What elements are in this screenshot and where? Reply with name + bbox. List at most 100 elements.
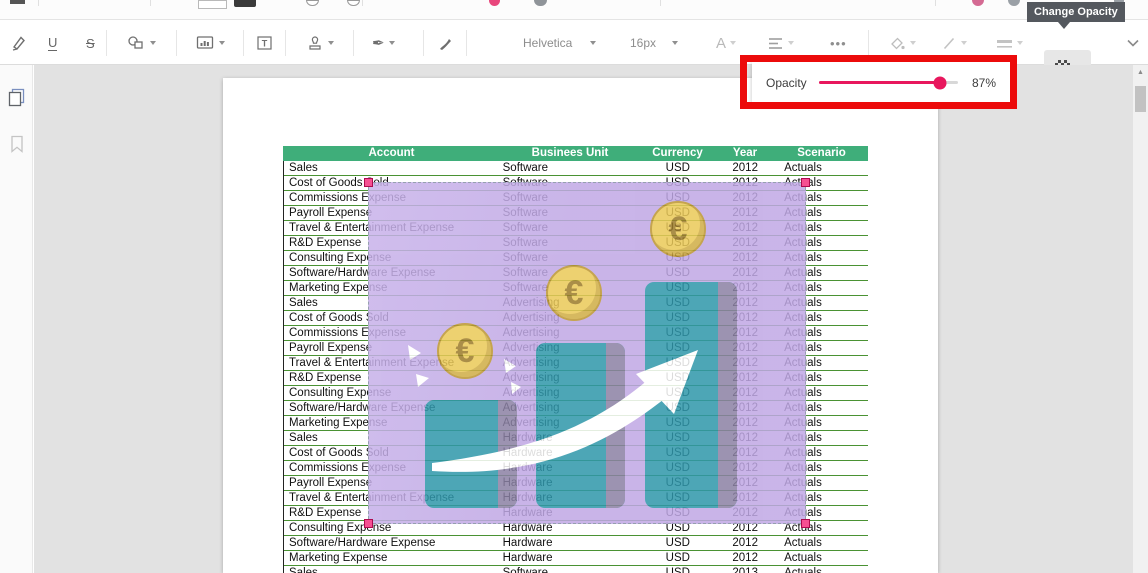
chevron-down-icon <box>219 41 225 45</box>
opacity-slider-fill <box>819 81 940 84</box>
page-number-input[interactable] <box>198 0 227 9</box>
underline-button[interactable]: U <box>48 21 57 65</box>
vertical-scrollbar[interactable]: ▲ <box>1133 65 1148 573</box>
fill-color-button[interactable] <box>888 21 916 65</box>
app-window: U S T <box>0 0 1148 573</box>
topbar-partial-icon[interactable] <box>972 0 984 6</box>
chevron-down-icon <box>1126 38 1140 48</box>
topbar-partial-icon[interactable] <box>347 0 360 6</box>
chevron-down-icon <box>389 41 395 45</box>
table-cell: Hardware <box>501 551 641 565</box>
line-weight-button[interactable] <box>996 21 1023 65</box>
svg-text:T: T <box>262 39 268 49</box>
text-box-icon: T <box>256 35 274 51</box>
table-row: Marketing ExpenseHardwareUSD2012Actuals <box>284 551 868 566</box>
underline-icon: U <box>48 36 57 51</box>
font-color-button[interactable]: A <box>716 21 736 65</box>
table-cell: 2012 <box>715 551 775 565</box>
collapse-toolbar-button[interactable] <box>1126 21 1140 65</box>
table-header-cell: Year <box>715 146 775 161</box>
line-icon <box>942 36 957 51</box>
stamp-icon <box>306 35 324 52</box>
brush-icon <box>437 35 454 52</box>
table-cell: Software <box>501 161 641 175</box>
font-family-value: Helvetica <box>523 36 572 50</box>
opacity-slider[interactable] <box>819 81 958 84</box>
table-cell: Sales <box>284 566 501 573</box>
table-cell: Hardware <box>501 536 641 550</box>
page-count-text <box>234 0 256 7</box>
topbar-partial-icon[interactable] <box>534 0 547 6</box>
scrollbar-thumb[interactable] <box>1135 86 1146 112</box>
chevron-down-icon <box>961 41 967 45</box>
menu-icon[interactable] <box>10 0 25 4</box>
chevron-down-icon <box>672 41 678 45</box>
text-box-button[interactable]: T <box>256 21 274 65</box>
bookmarks-button[interactable] <box>10 135 24 153</box>
top-menubar <box>0 0 1148 20</box>
shapes-button[interactable] <box>126 21 156 65</box>
resize-handle-bottom-right[interactable] <box>801 519 810 528</box>
text-align-button[interactable] <box>768 21 794 65</box>
left-panel-bar <box>0 65 33 573</box>
opacity-slider-knob[interactable] <box>933 76 946 89</box>
font-family-select[interactable]: Helvetica <box>523 21 596 65</box>
insert-image-button[interactable] <box>196 21 225 65</box>
table-cell: Sales <box>284 161 501 175</box>
strikethrough-icon: S <box>86 36 95 51</box>
font-color-icon: A <box>716 35 726 52</box>
table-cell: Software/Hardware Expense <box>284 536 501 550</box>
resize-handle-top-right[interactable] <box>801 178 810 187</box>
highlighter-icon <box>10 34 28 52</box>
pasted-image[interactable]: € € € <box>368 182 806 524</box>
topbar-partial-icon[interactable] <box>1008 0 1020 6</box>
font-size-select[interactable]: 16px <box>630 21 678 65</box>
growth-arrow-icon <box>368 182 806 524</box>
table-cell: USD <box>640 161 715 175</box>
table-cell: 2012 <box>715 536 775 550</box>
brush-button[interactable] <box>437 21 454 65</box>
scroll-up-icon[interactable]: ▲ <box>1133 69 1148 76</box>
image-icon <box>196 35 215 51</box>
table-cell: Actuals <box>775 536 868 550</box>
table-header-row: AccountBusinees UnitCurrencyYearScenario <box>283 146 868 161</box>
strikethrough-button[interactable]: S <box>86 21 95 65</box>
bookmark-icon <box>10 135 24 153</box>
table-cell: 2012 <box>715 161 775 175</box>
table-cell: USD <box>640 566 715 573</box>
resize-handle-bottom-left[interactable] <box>364 519 373 528</box>
table-row: SalesSoftwareUSD2013Actuals <box>284 566 868 573</box>
table-cell: USD <box>640 551 715 565</box>
table-cell: 2013 <box>715 566 775 573</box>
table-header-cell: Businees Unit <box>500 146 640 161</box>
annotation-toolbar: U S T <box>0 21 1148 65</box>
opacity-value: 87% <box>972 76 996 90</box>
table-header-cell: Scenario <box>775 146 868 161</box>
highlighter-button[interactable] <box>10 21 28 65</box>
chevron-down-icon <box>150 41 156 45</box>
chevron-down-icon <box>730 41 736 45</box>
stamp-button[interactable] <box>306 21 334 65</box>
chevron-down-icon <box>590 41 596 45</box>
table-cell: Actuals <box>775 161 868 175</box>
page-thumbnails-button[interactable] <box>8 88 26 108</box>
topbar-partial-icon[interactable] <box>489 0 500 6</box>
signature-icon: ✒ <box>372 34 385 52</box>
resize-handle-top-left[interactable] <box>364 178 373 187</box>
topbar-partial-icon[interactable] <box>306 0 319 6</box>
table-row: SalesSoftwareUSD2012Actuals <box>284 161 868 176</box>
font-size-value: 16px <box>630 36 656 50</box>
table-header-cell: Account <box>283 146 500 161</box>
tooltip-arrow <box>1058 22 1070 29</box>
line-weight-icon <box>996 37 1013 50</box>
chevron-down-icon <box>910 41 916 45</box>
table-cell: Actuals <box>775 551 868 565</box>
chevron-down-icon <box>328 41 334 45</box>
more-options-button[interactable]: ••• <box>830 21 847 65</box>
table-row: Software/Hardware ExpenseHardwareUSD2012… <box>284 536 868 551</box>
more-icon: ••• <box>830 36 847 51</box>
table-header-cell: Currency <box>640 146 715 161</box>
signature-button[interactable]: ✒ <box>372 21 395 65</box>
fill-bucket-icon <box>888 35 906 52</box>
line-style-button[interactable] <box>942 21 967 65</box>
